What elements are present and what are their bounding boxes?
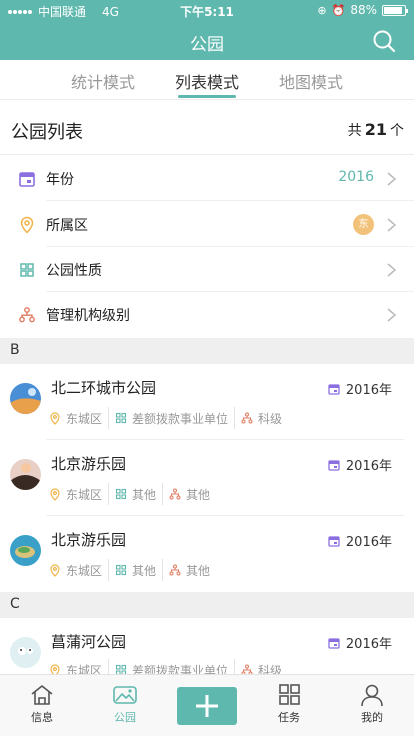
nav-bar: 公园 (0, 22, 414, 60)
filter-value: 2016 (338, 169, 374, 185)
org-chart-icon (169, 564, 181, 576)
park-level: 其他 (186, 487, 211, 502)
tabbar-label: 任务 (278, 711, 300, 724)
search-icon[interactable] (372, 29, 396, 53)
tab-map[interactable]: 地图模式 (256, 69, 366, 93)
tab-list[interactable]: 列表模式 (152, 69, 262, 98)
park-year: 2016年 (328, 379, 392, 398)
chevron-right-icon (387, 308, 396, 322)
park-avatar (10, 637, 41, 668)
park-name: 北京游乐园 (51, 455, 127, 473)
mode-tabs: 统计模式 列表模式 地图模式 (0, 60, 414, 100)
grid-icon (115, 564, 127, 576)
filter-nature[interactable]: 公园性质 (0, 247, 414, 292)
tabbar-label: 我的 (361, 711, 383, 724)
page-title: 公园 (190, 35, 224, 55)
home-icon (31, 685, 53, 705)
park-list-item[interactable]: 北京游乐园 2016年 东城区 其他 其他 (0, 440, 414, 516)
bottom-tab-bar: 信息 公园 任务 我的 (0, 674, 414, 736)
calendar-icon (328, 383, 340, 395)
park-name: 北京游乐园 (51, 531, 127, 549)
park-district: 东城区 (66, 563, 103, 578)
tabbar-item-mine[interactable]: 我的 (340, 683, 404, 725)
tabbar-label: 公园 (114, 711, 136, 724)
chevron-right-icon (387, 218, 396, 232)
alarm-icon: ⏰ (331, 3, 346, 17)
park-name: 北二环城市公园 (51, 379, 157, 397)
park-nature: 其他 (132, 487, 157, 502)
tabbar-item-tasks[interactable]: 任务 (257, 683, 321, 725)
battery-icon (382, 4, 408, 16)
park-year: 2016年 (328, 633, 392, 652)
location-pin-icon (50, 487, 60, 501)
location-pin-icon (50, 563, 60, 577)
park-district: 东城区 (66, 487, 103, 502)
park-count: 共 21 个 (347, 120, 404, 139)
grid-icon (115, 412, 127, 424)
park-district: 东城区 (66, 411, 103, 426)
park-list-item[interactable]: 北京游乐园 2016年 东城区 其他 其他 (0, 516, 414, 592)
filter-label: 所属区 (46, 218, 88, 234)
list-title: 公园列表 (11, 122, 83, 143)
park-avatar (10, 459, 41, 490)
grid-icon (20, 263, 34, 277)
park-avatar (10, 535, 41, 566)
org-chart-icon (169, 488, 181, 500)
status-bar: 中国联通 4G 下午5:11 ⊕ ⏰ 88% (0, 0, 414, 22)
district-badge: 东 (353, 214, 374, 235)
tab-statistics[interactable]: 统计模式 (48, 69, 158, 93)
park-level: 其他 (186, 563, 211, 578)
tabbar-item-info[interactable]: 信息 (10, 683, 74, 725)
org-chart-icon (241, 412, 253, 424)
filter-management-level[interactable]: 管理机构级别 (0, 292, 414, 337)
tabbar-item-park[interactable]: 公园 (93, 683, 157, 725)
park-year: 2016年 (328, 455, 392, 474)
org-chart-icon (19, 307, 35, 323)
park-list-item[interactable]: 北二环城市公园 2016年 东城区 差额拨款事业单位 科级 (0, 364, 414, 440)
park-year: 2016年 (328, 531, 392, 550)
location-pin-icon (20, 216, 34, 234)
active-tab-indicator (178, 95, 236, 98)
filter-label: 年份 (46, 172, 74, 188)
grid-icon (279, 684, 300, 705)
battery-label: 88% (350, 3, 377, 17)
park-nature: 其他 (132, 563, 157, 578)
filter-label: 公园性质 (46, 263, 102, 279)
park-avatar (10, 383, 41, 414)
section-header-c: C (0, 592, 414, 618)
plus-icon (196, 695, 218, 717)
park-icon (113, 686, 137, 704)
park-level: 科级 (258, 411, 283, 426)
park-nature: 差额拨款事业单位 (132, 411, 229, 426)
filter-year[interactable]: 年份 2016 (0, 156, 414, 201)
add-button[interactable] (177, 687, 237, 725)
grid-icon (115, 488, 127, 500)
user-icon (361, 684, 383, 707)
chevron-right-icon (387, 172, 396, 186)
filter-district[interactable]: 所属区 东 (0, 202, 414, 247)
section-header-b: B (0, 338, 414, 364)
tabbar-label: 信息 (31, 711, 53, 724)
calendar-icon (328, 459, 340, 471)
list-header: 公园列表 共 21 个 (0, 101, 414, 155)
calendar-icon (328, 535, 340, 547)
location-pin-icon (50, 411, 60, 425)
chevron-right-icon (387, 263, 396, 277)
calendar-icon (328, 637, 340, 649)
park-name: 菖蒲河公园 (51, 633, 127, 651)
calendar-icon (19, 172, 35, 187)
filter-label: 管理机构级别 (46, 308, 130, 324)
lock-rotation-icon: ⊕ (317, 3, 327, 17)
